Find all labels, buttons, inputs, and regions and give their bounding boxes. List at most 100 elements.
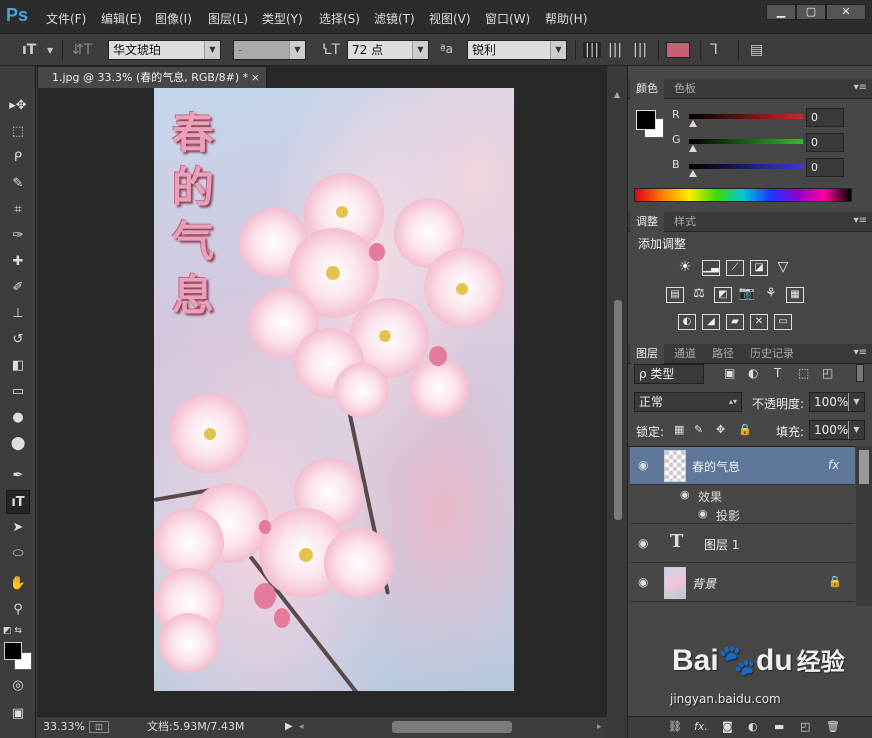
filter-pixel-icon[interactable]: ▣	[724, 366, 735, 380]
close-button[interactable]: ✕	[826, 4, 866, 20]
layer-row-text[interactable]: ◉ T 图层 1	[630, 525, 855, 563]
new-adjustment-icon[interactable]: ◐	[748, 720, 758, 733]
crop-tool-icon[interactable]: ⌗	[6, 198, 30, 222]
layer-list-scrollbar[interactable]	[856, 446, 872, 606]
hue-saturation-icon[interactable]: ▤	[666, 287, 684, 303]
drop-shadow-row[interactable]: ◉ 投影	[630, 505, 855, 524]
channel-mixer-icon[interactable]: ⚘	[762, 287, 780, 303]
effects-row[interactable]: ◉ 效果	[630, 486, 855, 505]
eraser-tool-icon[interactable]: ◧	[6, 354, 30, 378]
tab-history[interactable]: 历史记录	[744, 344, 800, 364]
lock-all-icon[interactable]: 🔒	[738, 423, 752, 436]
color-balance-icon[interactable]: ⚖	[690, 287, 708, 303]
blur-tool-icon[interactable]: ●	[6, 406, 30, 430]
slider-knob-b[interactable]	[689, 170, 697, 177]
brush-tool-icon[interactable]: ✐	[6, 276, 30, 300]
value-field-r[interactable]: 0	[806, 108, 844, 127]
tab-adjustments[interactable]: 调整	[630, 212, 664, 232]
clone-stamp-tool-icon[interactable]: ⊥	[6, 302, 30, 326]
panel-menu-icon[interactable]: ▾≡	[854, 215, 867, 226]
zoom-level[interactable]: 33.33%	[43, 717, 85, 737]
scroll-right-icon[interactable]: ▸	[597, 717, 602, 737]
filter-type-icon[interactable]: T	[774, 366, 781, 380]
color-lookup-icon[interactable]: ▦	[786, 287, 804, 303]
tab-color[interactable]: 颜色	[630, 79, 664, 99]
lock-transparent-icon[interactable]: ▦	[674, 423, 684, 436]
quick-select-tool-icon[interactable]: ✎	[6, 172, 30, 196]
opacity-field[interactable]: 100% ▼	[809, 392, 865, 412]
anti-alias-select[interactable]: 锐利 ▼	[467, 40, 567, 60]
minimize-button[interactable]: ▁	[766, 4, 796, 20]
scroll-left-icon[interactable]: ◂	[299, 717, 304, 737]
eye-icon[interactable]: ◉	[638, 458, 648, 472]
layer-row-text-effect[interactable]: ◉ 春的气息 fx	[630, 447, 855, 485]
text-tool-preset-icon[interactable]: ıT	[22, 42, 36, 58]
pen-tool-icon[interactable]: ✒	[6, 464, 30, 488]
path-select-tool-icon[interactable]: ➤	[6, 516, 30, 540]
menu-help[interactable]: 帮助(H)	[545, 10, 587, 27]
play-icon[interactable]: ▶	[285, 717, 293, 737]
color-spectrum-bar[interactable]	[634, 188, 852, 202]
threshold-icon[interactable]: ▰	[726, 314, 744, 330]
black-white-icon[interactable]: ◩	[714, 287, 732, 303]
dodge-tool-icon[interactable]: ⬤	[6, 432, 30, 456]
add-mask-icon[interactable]: ◙	[722, 720, 733, 733]
slider-track-g[interactable]	[689, 139, 803, 144]
zoom-tool-icon[interactable]: ⚲	[6, 598, 30, 622]
exposure-icon[interactable]: ◪	[750, 260, 768, 276]
align-right-icon[interactable]: |||	[633, 42, 647, 58]
foreground-color-swatch-top[interactable]	[4, 642, 22, 660]
type-tool-icon[interactable]: ıT	[6, 490, 30, 514]
brightness-icon[interactable]: ☀	[676, 260, 694, 276]
panel-menu-icon[interactable]: ▾≡	[854, 347, 867, 358]
quick-mask-icon[interactable]: ◎	[6, 674, 30, 698]
layer-filter-select[interactable]: ρ 类型	[634, 364, 704, 384]
curves-icon[interactable]: ⟋	[726, 260, 744, 276]
warp-text-icon[interactable]: Ꞁ	[710, 42, 718, 58]
eye-icon[interactable]: ◉	[638, 575, 648, 589]
menu-type[interactable]: 类型(Y)	[262, 10, 303, 27]
eyedropper-tool-icon[interactable]: ✑	[6, 224, 30, 248]
restore-button[interactable]: ▢	[796, 4, 826, 20]
fx-icon[interactable]: fx	[828, 458, 839, 472]
font-size-select[interactable]: 72 点 ▼	[347, 40, 429, 60]
eye-icon[interactable]: ◉	[698, 507, 708, 520]
tab-swatches[interactable]: 色板	[668, 79, 702, 99]
add-style-icon[interactable]: fx.	[694, 720, 708, 733]
invert-icon[interactable]: ◐	[678, 314, 696, 330]
eye-icon[interactable]: ◉	[638, 536, 648, 550]
horizontal-scroll-thumb[interactable]	[392, 721, 512, 733]
vertical-text-char[interactable]: 气	[168, 218, 218, 266]
menu-layer[interactable]: 图层(L)	[208, 10, 248, 27]
link-layers-icon[interactable]: ⛓	[668, 720, 682, 733]
vibrance-icon[interactable]: ▽	[774, 260, 792, 276]
font-family-select[interactable]: 华文琥珀 ▼	[108, 40, 221, 60]
move-tool-icon[interactable]: ▸✥	[6, 94, 30, 118]
font-style-select[interactable]: - ▼	[233, 40, 306, 60]
healing-brush-tool-icon[interactable]: ✚	[6, 250, 30, 274]
lasso-tool-icon[interactable]: ᑭ	[6, 146, 30, 170]
document-tab[interactable]: 1.jpg @ 33.3% (春的气息, RGB/8#) * ×	[37, 66, 267, 88]
character-panel-icon[interactable]: ▤	[750, 42, 763, 58]
layer-name[interactable]: 背景	[692, 575, 716, 592]
gradient-tool-icon[interactable]: ▭	[6, 380, 30, 404]
posterize-icon[interactable]: ◢	[702, 314, 720, 330]
foreground-color-swatch[interactable]	[636, 110, 656, 130]
vertical-text-char[interactable]: 的	[168, 164, 218, 212]
vertical-scrollbar[interactable]: ▲	[611, 88, 625, 716]
text-color-swatch[interactable]	[666, 42, 690, 58]
layer-row-background[interactable]: ◉ 背景 🔒	[630, 564, 855, 602]
eye-icon[interactable]: ◉	[680, 488, 690, 501]
hand-tool-icon[interactable]: ✋	[6, 572, 30, 596]
tab-styles[interactable]: 样式	[668, 212, 702, 232]
screen-mode-icon[interactable]: ▣	[6, 702, 30, 726]
align-center-icon[interactable]: |||	[608, 42, 622, 58]
slider-knob-r[interactable]	[689, 120, 697, 127]
lock-position-icon[interactable]: ✥	[716, 423, 725, 436]
fill-field[interactable]: 100% ▼	[809, 420, 865, 440]
history-brush-tool-icon[interactable]: ↺	[6, 328, 30, 352]
filter-toggle[interactable]	[856, 364, 864, 382]
marquee-tool-icon[interactable]: ⬚	[6, 120, 30, 144]
menu-file[interactable]: 文件(F)	[46, 10, 86, 27]
ellipse-tool-icon[interactable]: ⬭	[6, 542, 30, 566]
